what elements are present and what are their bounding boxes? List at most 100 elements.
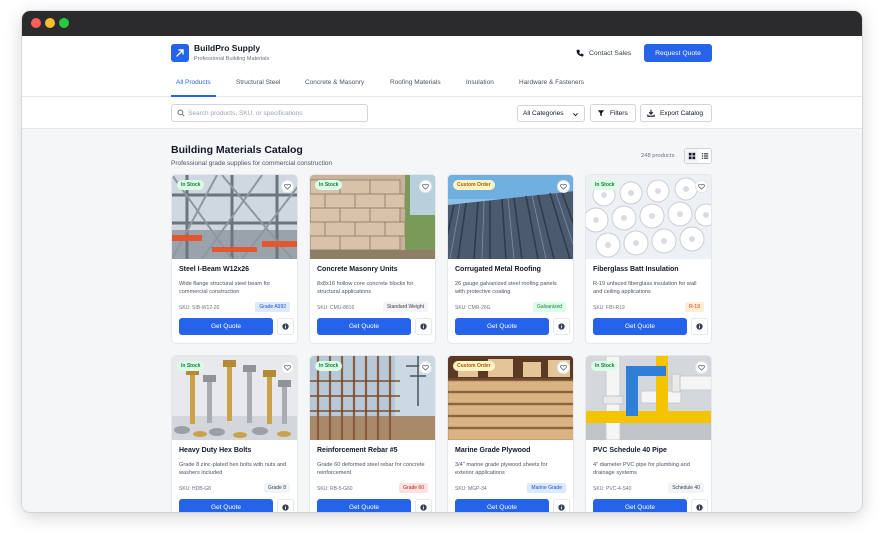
product-image[interactable]: Custom Order <box>448 356 573 440</box>
info-icon <box>696 323 703 330</box>
product-description: Grade 8 zinc-plated hex bolts with nuts … <box>179 462 287 477</box>
get-quote-button[interactable]: Get Quote <box>179 499 273 512</box>
close-window-button[interactable] <box>31 18 41 28</box>
export-catalog-button[interactable]: Export Catalog <box>640 104 712 122</box>
product-info-button[interactable] <box>691 499 708 512</box>
search-input[interactable] <box>188 106 364 120</box>
product-description: R-19 unfaced fiberglass insulation for w… <box>593 281 697 296</box>
favorite-button[interactable] <box>557 361 570 374</box>
favorite-button[interactable] <box>419 361 432 374</box>
product-image[interactable]: In Stock <box>172 175 297 259</box>
product-sku: SKU: FBI-R19 <box>593 305 625 311</box>
product-info-button[interactable] <box>553 318 570 335</box>
product-info-button[interactable] <box>415 499 432 512</box>
grid-view-button[interactable] <box>685 149 698 163</box>
stock-badge: In Stock <box>591 180 619 190</box>
maximize-window-button[interactable] <box>59 18 69 28</box>
site-header: BuildPro Supply Professional Building Ma… <box>22 36 862 72</box>
product-image[interactable]: In Stock <box>586 175 711 259</box>
product-name[interactable]: Marine Grade Plywood <box>455 447 530 454</box>
favorite-button[interactable] <box>557 180 570 193</box>
product-info-button[interactable] <box>691 318 708 335</box>
tab-roofing-materials[interactable]: Roofing Materials <box>390 79 441 86</box>
download-icon <box>647 109 655 117</box>
get-quote-button[interactable]: Get Quote <box>317 499 411 512</box>
spec-badge: Standard Weight <box>382 302 428 312</box>
phone-icon <box>576 49 584 57</box>
product-image[interactable]: Custom Order <box>448 175 573 259</box>
request-quote-button[interactable]: Request Quote <box>644 44 712 62</box>
product-description: 26 gauge galvanized steel roofing panels… <box>455 281 557 296</box>
get-quote-button[interactable]: Get Quote <box>593 499 687 512</box>
product-info-button[interactable] <box>277 499 294 512</box>
product-card[interactable]: Custom Order Marine Grade Plywood 3/4" m… <box>447 355 574 512</box>
category-select[interactable]: All Categories <box>517 105 585 122</box>
product-name[interactable]: Concrete Masonry Units <box>317 266 398 273</box>
product-image[interactable]: In Stock <box>586 356 711 440</box>
product-card[interactable]: In Stock Fiberglass Batt Insulation R-19… <box>585 174 712 344</box>
info-icon <box>282 504 289 511</box>
heart-icon <box>284 364 291 371</box>
info-icon <box>420 323 427 330</box>
grid-icon <box>688 152 695 160</box>
minimize-window-button[interactable] <box>45 18 55 28</box>
stock-badge: In Stock <box>315 361 343 371</box>
product-card[interactable]: In Stock Reinforcement Rebar #5 Grade 60… <box>309 355 436 512</box>
info-icon <box>282 323 289 330</box>
spec-badge: Grade A992 <box>255 302 290 312</box>
get-quote-button[interactable]: Get Quote <box>455 499 549 512</box>
product-info-button[interactable] <box>553 499 570 512</box>
product-sku: SKU: HDB-G8 <box>179 486 211 492</box>
product-info-button[interactable] <box>415 318 432 335</box>
brand-name: BuildPro Supply <box>194 43 261 53</box>
stock-badge: In Stock <box>177 361 205 371</box>
list-icon <box>701 153 708 159</box>
product-card[interactable]: In Stock Concrete Masonry Units 8x8x16 h… <box>309 174 436 344</box>
product-description: Wide flange structural steel beam for co… <box>179 281 271 296</box>
product-sku: SKU: MGP-34 <box>455 486 487 492</box>
tab-concrete-masonry[interactable]: Concrete & Masonry <box>305 79 364 86</box>
product-name[interactable]: Corrugated Metal Roofing <box>455 266 541 273</box>
product-description: Grade 60 deformed steel rebar for concre… <box>317 462 425 477</box>
info-icon <box>420 504 427 511</box>
list-view-button[interactable] <box>698 149 711 163</box>
product-image[interactable]: In Stock <box>310 175 435 259</box>
product-name[interactable]: Reinforcement Rebar #5 <box>317 447 398 454</box>
favorite-button[interactable] <box>695 180 708 193</box>
catalog-main: Building Materials Catalog Professional … <box>22 129 862 512</box>
tab-structural-steel[interactable]: Structural Steel <box>236 79 280 86</box>
get-quote-button[interactable]: Get Quote <box>179 318 273 335</box>
tab-all-products[interactable]: All Products <box>176 79 211 86</box>
favorite-button[interactable] <box>281 180 294 193</box>
product-name[interactable]: Steel I-Beam W12x26 <box>179 266 249 273</box>
product-image[interactable]: In Stock <box>172 356 297 440</box>
product-name[interactable]: PVC Schedule 40 Pipe <box>593 447 667 454</box>
get-quote-button[interactable]: Get Quote <box>593 318 687 335</box>
info-icon <box>558 504 565 511</box>
contact-sales-link[interactable]: Contact Sales <box>576 49 631 57</box>
product-name[interactable]: Heavy Duty Hex Bolts <box>179 447 251 454</box>
product-info-button[interactable] <box>277 318 294 335</box>
product-count: 248 products <box>641 153 675 159</box>
favorite-button[interactable] <box>281 361 294 374</box>
spec-badge: Grade 8 <box>263 483 290 493</box>
product-name[interactable]: Fiberglass Batt Insulation <box>593 266 679 273</box>
product-image[interactable]: In Stock <box>310 356 435 440</box>
tab-hardware-fasteners[interactable]: Hardware & Fasteners <box>519 79 584 86</box>
favorite-button[interactable] <box>695 361 708 374</box>
filters-label: Filters <box>610 109 628 117</box>
info-icon <box>558 323 565 330</box>
info-icon <box>696 504 703 511</box>
product-card[interactable]: Custom Order Corrugated Metal Roofing 26… <box>447 174 574 344</box>
product-card[interactable]: In Stock Heavy Duty Hex Bolts Grade 8 zi… <box>171 355 298 512</box>
heart-icon <box>422 364 429 371</box>
get-quote-button[interactable]: Get Quote <box>317 318 411 335</box>
product-card[interactable]: In Stock Steel I-Beam W12x26 Wide flange… <box>171 174 298 344</box>
product-description: 3/4" marine grade plywood sheets for ext… <box>455 462 548 477</box>
get-quote-button[interactable]: Get Quote <box>455 318 549 335</box>
product-card[interactable]: In Stock PVC Schedule 40 Pipe 4" diamete… <box>585 355 712 512</box>
tab-insulation[interactable]: Insulation <box>466 79 494 86</box>
favorite-button[interactable] <box>419 180 432 193</box>
logo[interactable] <box>171 44 189 62</box>
filters-button[interactable]: Filters <box>590 104 636 122</box>
